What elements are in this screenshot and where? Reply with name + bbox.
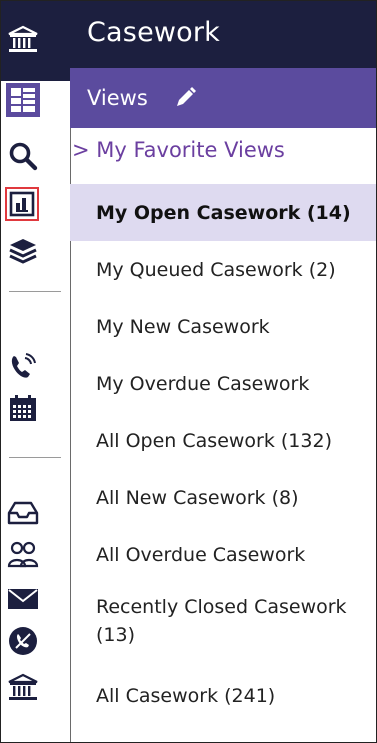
bank-icon[interactable] <box>7 672 39 704</box>
views-list: My Open Casework (14) My Queued Casework… <box>70 184 376 724</box>
rail-divider <box>9 457 61 458</box>
search-icon[interactable] <box>7 140 39 172</box>
icon-rail <box>1 1 71 742</box>
people-icon[interactable] <box>7 539 39 571</box>
dashboard-icon[interactable] <box>6 83 40 117</box>
view-item-all-overdue-casework[interactable]: All Overdue Casework <box>70 526 376 583</box>
app-header: Casework <box>70 1 376 68</box>
bank-icon[interactable] <box>7 24 39 56</box>
view-item-all-new-casework[interactable]: All New Casework (8) <box>70 469 376 526</box>
views-label: Views <box>87 86 148 110</box>
pencil-icon[interactable] <box>173 86 197 110</box>
view-item-my-queued-casework[interactable]: My Queued Casework (2) <box>70 241 376 298</box>
my-favorite-views-link[interactable]: > My Favorite Views <box>72 138 285 162</box>
view-item-my-overdue-casework[interactable]: My Overdue Casework <box>70 355 376 412</box>
inbox-tray-icon[interactable] <box>7 497 39 529</box>
no-phone-icon[interactable] <box>7 625 39 657</box>
view-item-all-casework[interactable]: All Casework (241) <box>70 667 376 724</box>
calendar-icon[interactable] <box>7 392 39 424</box>
view-item-my-new-casework[interactable]: My New Casework <box>70 298 376 355</box>
rail-divider <box>9 291 61 292</box>
phone-call-icon[interactable] <box>7 351 39 383</box>
layers-icon[interactable] <box>7 235 39 267</box>
page-title: Casework <box>87 17 221 48</box>
envelope-icon[interactable] <box>7 583 39 615</box>
views-bar[interactable]: Views <box>70 68 376 128</box>
bar-chart-icon[interactable] <box>5 187 39 221</box>
view-item-all-open-casework[interactable]: All Open Casework (132) <box>70 412 376 469</box>
view-item-recently-closed-casework[interactable]: Recently Closed Casework (13) <box>70 583 376 667</box>
view-item-my-open-casework[interactable]: My Open Casework (14) <box>70 184 376 241</box>
